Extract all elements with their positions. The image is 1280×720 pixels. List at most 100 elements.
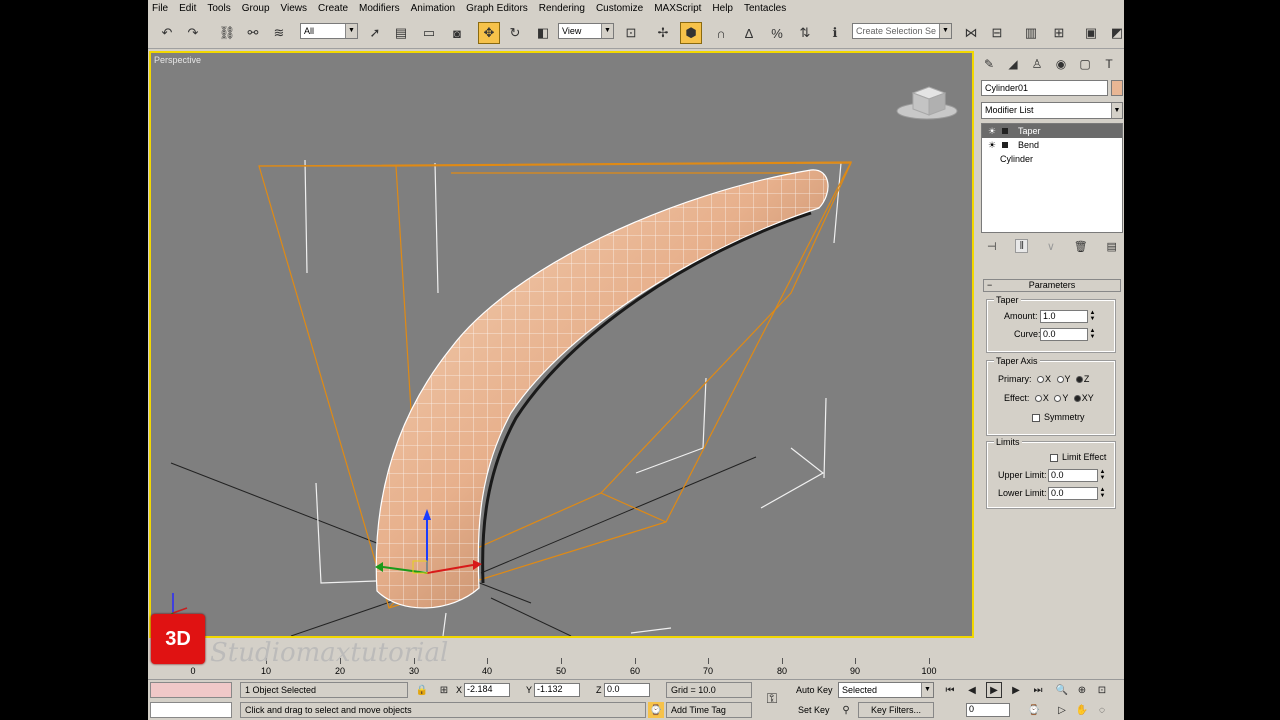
layer-manager-icon[interactable]: ▥ <box>1020 22 1042 44</box>
limit-effect-row[interactable]: Limit Effect <box>1050 452 1106 462</box>
goto-start-icon[interactable]: ⏮ <box>942 682 958 698</box>
unlink-icon[interactable]: ⚯ <box>242 22 264 44</box>
mirror-icon[interactable]: ⋈ <box>960 22 982 44</box>
current-frame-spinner[interactable]: 0 <box>966 703 1010 717</box>
create-tab-icon[interactable]: ✎ <box>977 53 1001 75</box>
expand-box-icon[interactable] <box>1002 128 1008 134</box>
render-setup-icon[interactable]: ◩ <box>1106 22 1124 44</box>
maxscript-input-mini[interactable] <box>150 702 232 718</box>
spinner-arrows-icon[interactable]: ▲ ▼ <box>1088 310 1097 323</box>
object-color-swatch[interactable] <box>1111 80 1123 96</box>
select-and-rotate-icon[interactable]: ↻ <box>504 22 526 44</box>
field-of-view-icon[interactable]: ▷ <box>1054 702 1070 718</box>
redo-icon[interactable]: ↷ <box>182 22 204 44</box>
bind-space-warp-icon[interactable]: ≋ <box>268 22 290 44</box>
snaps-toggle-icon[interactable]: ∩ <box>710 22 732 44</box>
spinner-arrows-icon[interactable]: ▲ ▼ <box>1098 487 1107 500</box>
set-keys-icon[interactable]: ⚲ <box>838 702 854 718</box>
undo-icon[interactable]: ↶ <box>156 22 178 44</box>
z-coordinate-spinner[interactable]: 0.0 <box>604 683 650 697</box>
spinner-snap-icon[interactable]: ⇅ <box>794 22 816 44</box>
primary-x-radio[interactable] <box>1037 376 1045 384</box>
reference-coordinate-dropdown[interactable]: View ▼ <box>558 23 614 39</box>
add-time-tag[interactable]: Add Time Tag <box>666 702 752 718</box>
spinner-arrows-icon[interactable]: ▲ ▼ <box>1098 469 1107 482</box>
keyboard-shortcut-override-icon[interactable]: ⬢ <box>680 22 702 44</box>
show-end-result-icon[interactable]: ‖ <box>1015 239 1028 253</box>
y-coordinate-spinner[interactable]: -1.132 <box>534 683 580 697</box>
lightbulb-icon[interactable]: ☀ <box>988 138 996 152</box>
primary-z-radio[interactable] <box>1075 376 1083 384</box>
menu-tentacles[interactable]: Tentacles <box>744 3 786 14</box>
motion-tab-icon[interactable]: ◉ <box>1049 53 1073 75</box>
zoom-all-icon[interactable]: ⊕ <box>1074 682 1090 698</box>
effect-xy-radio[interactable] <box>1073 395 1081 403</box>
menu-group[interactable]: Group <box>242 3 270 14</box>
effect-y-radio[interactable] <box>1054 395 1062 403</box>
configure-modifier-sets-icon[interactable]: ▤ <box>1107 240 1117 253</box>
next-frame-icon[interactable]: ▶ <box>1008 682 1024 698</box>
menu-animation[interactable]: Animation <box>411 3 455 14</box>
time-tag-icon[interactable]: ⌚ <box>648 702 664 718</box>
menu-file[interactable]: File <box>152 3 168 14</box>
hierarchy-tab-icon[interactable]: ♙ <box>1025 53 1049 75</box>
select-and-link-icon[interactable]: ⛓ <box>216 22 238 44</box>
auto-key-button[interactable]: Auto Key <box>796 685 833 695</box>
select-manipulate-icon[interactable]: ✢ <box>652 22 674 44</box>
goto-end-icon[interactable]: ⏭ <box>1030 682 1046 698</box>
limit-effect-checkbox[interactable] <box>1050 453 1058 462</box>
make-unique-icon[interactable]: ∨ <box>1047 240 1055 253</box>
curve-spinner[interactable]: 0.0 ▲ ▼ <box>1040 328 1095 341</box>
stack-item-cylinder[interactable]: Cylinder <box>982 152 1122 166</box>
viewcube-icon[interactable] <box>896 86 958 120</box>
object-name-field[interactable]: Cylinder01 <box>981 80 1108 96</box>
utilities-tab-icon[interactable]: T <box>1097 53 1121 75</box>
select-and-move-icon[interactable]: ✥ <box>478 22 500 44</box>
material-editor-icon[interactable]: ▣ <box>1080 22 1102 44</box>
select-and-scale-icon[interactable]: ◧ <box>532 22 554 44</box>
stack-item-taper[interactable]: ☀ Taper <box>982 124 1122 138</box>
perspective-viewport[interactable]: Perspective <box>149 51 974 638</box>
menu-rendering[interactable]: Rendering <box>539 3 585 14</box>
absolute-mode-icon[interactable]: ⊞ <box>436 682 452 698</box>
menu-modifiers[interactable]: Modifiers <box>359 3 400 14</box>
percent-snap-icon[interactable]: % <box>766 22 788 44</box>
display-tab-icon[interactable]: ▢ <box>1073 53 1097 75</box>
curve-editor-icon[interactable]: ⊞ <box>1048 22 1070 44</box>
rectangle-selection-icon[interactable]: ▭ <box>418 22 440 44</box>
effect-x-radio[interactable] <box>1034 395 1042 403</box>
zoom-extents-icon[interactable]: ⊡ <box>1094 682 1110 698</box>
primary-y-radio[interactable] <box>1056 376 1064 384</box>
angle-snap-icon[interactable]: ∆ <box>738 22 760 44</box>
previous-frame-icon[interactable]: ◀ <box>964 682 980 698</box>
maxscript-listener-mini[interactable] <box>150 682 232 698</box>
expand-box-icon[interactable] <box>1002 142 1008 148</box>
play-icon[interactable]: ▶ <box>986 682 1002 698</box>
menu-views[interactable]: Views <box>281 3 308 14</box>
zoom-icon[interactable]: 🔍 <box>1054 682 1070 698</box>
remove-modifier-icon[interactable]: 🗑 <box>1074 240 1088 253</box>
pan-view-icon[interactable]: ✋ <box>1074 702 1090 718</box>
menu-create[interactable]: Create <box>318 3 348 14</box>
auto-key-selection-dropdown[interactable]: Selected ▼ <box>838 682 934 698</box>
menu-maxscript[interactable]: MAXScript <box>654 3 701 14</box>
orbit-icon[interactable]: ◌ <box>1094 702 1110 718</box>
pin-stack-icon[interactable]: ⊣ <box>987 240 997 253</box>
parameters-rollout-header[interactable]: − Parameters <box>983 279 1121 292</box>
menu-customize[interactable]: Customize <box>596 3 643 14</box>
edit-named-selection-icon[interactable]: ℹ <box>824 22 846 44</box>
lower-limit-spinner[interactable]: 0.0 ▲ ▼ <box>1048 487 1105 500</box>
spinner-arrows-icon[interactable]: ▲ ▼ <box>1088 328 1097 341</box>
align-icon[interactable]: ⊟ <box>986 22 1008 44</box>
menu-edit[interactable]: Edit <box>179 3 196 14</box>
set-key-button[interactable]: Set Key <box>798 705 830 715</box>
select-object-icon[interactable]: ➚ <box>364 22 386 44</box>
key-filters-button[interactable]: Key Filters... <box>858 702 934 718</box>
time-config-icon[interactable]: ⌚ <box>1026 702 1042 718</box>
menu-graph-editors[interactable]: Graph Editors <box>466 3 528 14</box>
menu-tools[interactable]: Tools <box>207 3 230 14</box>
select-by-name-icon[interactable]: ▤ <box>390 22 412 44</box>
modifier-list-dropdown[interactable]: Modifier List ▼ <box>981 102 1123 119</box>
pivot-center-icon[interactable]: ⊡ <box>620 22 642 44</box>
symmetry-checkbox[interactable] <box>1032 413 1040 422</box>
